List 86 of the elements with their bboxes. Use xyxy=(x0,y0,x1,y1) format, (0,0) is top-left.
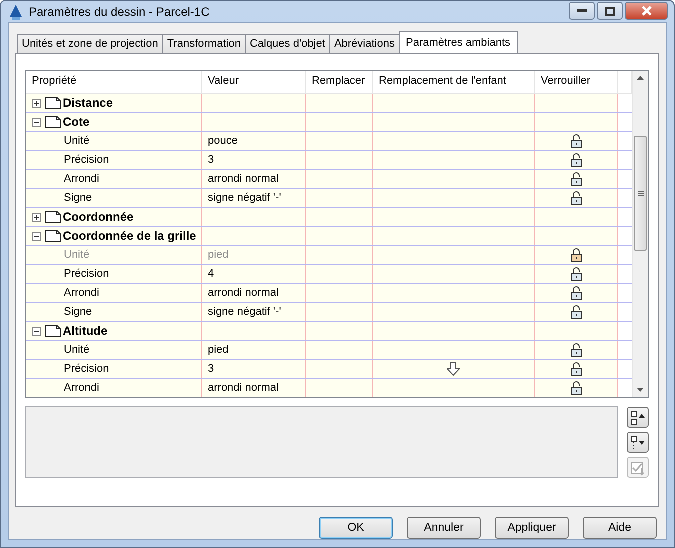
table-cell[interactable]: arrondi normal xyxy=(202,170,306,188)
table-cell: Signe xyxy=(26,189,202,207)
table-cell[interactable]: arrondi normal xyxy=(202,284,306,302)
app-logo-icon xyxy=(9,4,23,20)
table-cell: Arrondi xyxy=(26,284,202,302)
move-down-button[interactable] xyxy=(627,432,649,453)
open-lock-icon[interactable] xyxy=(570,153,582,167)
close-button[interactable] xyxy=(625,2,668,20)
open-lock-icon[interactable] xyxy=(570,381,582,395)
grip-icon xyxy=(638,191,644,196)
table-cell[interactable]: 3 xyxy=(202,360,306,378)
table-cell[interactable]: arrondi normal xyxy=(202,379,306,397)
minimize-button[interactable] xyxy=(569,2,595,20)
maximize-icon xyxy=(605,6,615,16)
table-cell[interactable]: pied xyxy=(202,341,306,359)
group-label: Coordonnée de la grille xyxy=(63,229,196,243)
open-lock-icon[interactable] xyxy=(570,134,582,148)
table-cell xyxy=(306,322,373,340)
expand-toggle-icon[interactable] xyxy=(32,232,41,240)
table-cell xyxy=(306,132,373,150)
open-lock-icon[interactable] xyxy=(570,343,582,357)
document-icon xyxy=(45,97,61,109)
expand-toggle-icon[interactable] xyxy=(32,212,41,222)
table-cell: Unité xyxy=(26,341,202,359)
table-cell xyxy=(306,170,373,188)
tab[interactable]: Unités et zone de projection xyxy=(17,34,164,53)
table-cell[interactable]: pouce xyxy=(202,132,306,150)
document-icon xyxy=(45,230,61,242)
table-cell: Unité xyxy=(26,132,202,150)
table-cell xyxy=(306,189,373,207)
scroll-thumb[interactable] xyxy=(634,136,647,251)
table-cell xyxy=(306,265,373,283)
table-cell xyxy=(306,94,373,112)
open-lock-icon[interactable] xyxy=(570,286,582,300)
document-icon xyxy=(45,211,61,223)
open-lock-icon[interactable] xyxy=(570,191,582,205)
open-lock-icon[interactable] xyxy=(570,305,582,319)
table-cell xyxy=(306,227,373,245)
document-icon xyxy=(45,116,61,128)
table-cell xyxy=(306,284,373,302)
tab[interactable]: Calques d'objet xyxy=(244,34,330,53)
move-up-button[interactable] xyxy=(627,407,649,428)
dialog-button[interactable]: Appliquer xyxy=(495,517,569,539)
expand-toggle-icon[interactable] xyxy=(32,98,41,108)
open-lock-icon[interactable] xyxy=(570,267,582,281)
expand-toggle-icon[interactable] xyxy=(32,118,41,126)
table-cell xyxy=(306,208,373,226)
open-lock-icon[interactable] xyxy=(570,362,582,376)
table-cell: Signe xyxy=(26,303,202,321)
table-cell xyxy=(306,379,373,397)
table-cell xyxy=(306,113,373,131)
table-cell xyxy=(306,246,373,264)
document-icon xyxy=(45,325,61,337)
window-title: Paramètres du dessin - Parcel-1C xyxy=(29,4,211,18)
group-label: Cote xyxy=(63,115,90,129)
maximize-button[interactable] xyxy=(597,2,623,20)
expand-toggle-icon[interactable] xyxy=(32,326,41,336)
dialog-button[interactable]: Aide xyxy=(583,517,657,539)
open-lock-icon[interactable] xyxy=(570,172,582,186)
close-icon xyxy=(640,6,652,16)
table-cell xyxy=(306,341,373,359)
table-cell[interactable]: signe négatif '-' xyxy=(202,303,306,321)
scrollbar[interactable] xyxy=(632,71,648,397)
table-cell: Précision xyxy=(26,265,202,283)
group-label: Altitude xyxy=(63,324,108,338)
tab[interactable]: Abréviations xyxy=(329,34,400,53)
group-label: Distance xyxy=(63,96,114,110)
table-cell: Arrondi xyxy=(26,170,202,188)
table-cell[interactable]: 4 xyxy=(202,265,306,283)
minimize-icon xyxy=(577,9,587,13)
scroll-down-icon[interactable] xyxy=(637,388,644,392)
table-cell[interactable]: signe négatif '-' xyxy=(202,189,306,207)
table-cell xyxy=(306,303,373,321)
table-cell: Unité xyxy=(26,246,202,264)
table-cell: Précision xyxy=(26,360,202,378)
table-cell[interactable]: 3 xyxy=(202,151,306,169)
tab[interactable]: Paramètres ambiants xyxy=(398,31,518,53)
table-cell: Précision xyxy=(26,151,202,169)
table-cell xyxy=(306,151,373,169)
scroll-up-icon[interactable] xyxy=(637,76,644,80)
group-label: Coordonnée xyxy=(63,210,134,224)
tab[interactable]: Transformation xyxy=(162,34,246,53)
down-arrow-icon[interactable] xyxy=(447,362,460,376)
dialog-button[interactable]: Annuler xyxy=(407,517,481,539)
dialog-button[interactable]: OK xyxy=(319,517,393,539)
table-cell: Arrondi xyxy=(26,379,202,397)
